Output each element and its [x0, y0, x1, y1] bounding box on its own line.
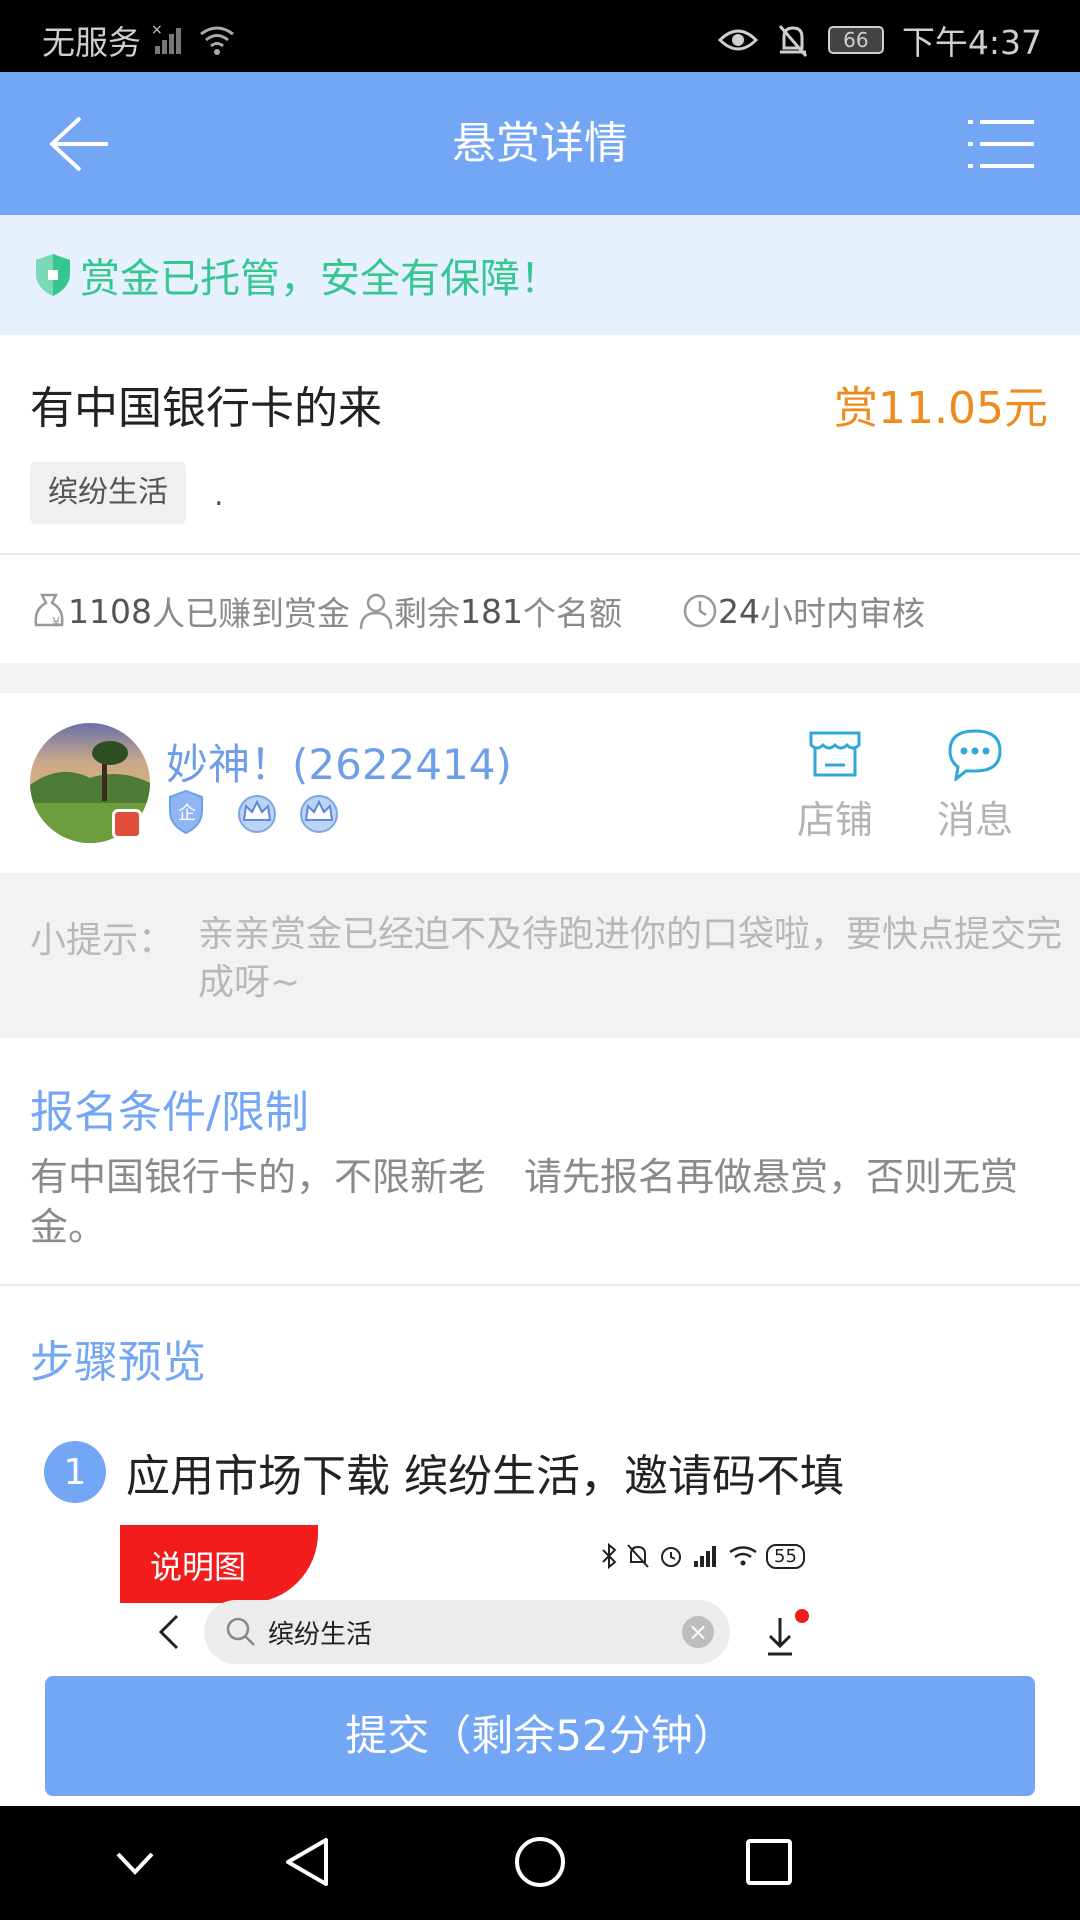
shop-label: 店铺	[796, 798, 873, 842]
search-icon	[226, 1617, 255, 1646]
step-text: 应用市场下载 缤纷生活，邀请码不填	[126, 1451, 844, 1502]
message-button[interactable]: 消息	[930, 727, 1020, 844]
status-right: 66 下午4:37	[717, 16, 1042, 901]
clock-text: 下午4:37	[901, 23, 1042, 62]
recents-square-icon[interactable]	[744, 1837, 794, 1887]
status-bar: 无服务 × 66 下午4:37	[0, 0, 1080, 901]
download-icon	[768, 1609, 809, 1656]
no-signal-icon: ×	[151, 22, 181, 54]
publisher-card: 妙神！(2622414) 企 店铺 消息	[0, 693, 1080, 873]
chevron-down-icon[interactable]	[110, 1844, 160, 1884]
person-icon	[359, 593, 393, 630]
review-label: 小时内审核	[759, 594, 925, 633]
remaining-stat: 剩余 181 个名额	[358, 587, 622, 635]
menu-list-icon[interactable]	[968, 116, 1034, 172]
review-stat: 24 小时内审核	[682, 587, 925, 635]
earned-stat: ¥ 1108 人已赚到赏金	[30, 587, 350, 635]
battery-icon: 66	[719, 26, 884, 901]
store-icon	[809, 731, 861, 777]
earned-count: 1108	[68, 591, 152, 631]
conditions-title: 报名条件/限制	[30, 1087, 309, 1138]
remaining-count: 181	[459, 591, 523, 631]
tip-content: 亲亲赏金已经迫不及待跑进你的口袋啦，要快点提交完成呀~	[198, 914, 1063, 1003]
publisher-name[interactable]: 妙神！(2622414)	[166, 731, 512, 792]
earned-label: 人已赚到赏金	[151, 594, 350, 633]
review-hours: 24	[717, 591, 760, 631]
back-triangle-icon[interactable]	[280, 1834, 336, 1890]
back-chevron-icon	[158, 1614, 179, 1650]
money-bag-icon: ¥	[34, 593, 64, 631]
svg-text:¥: ¥	[52, 616, 60, 631]
remaining-suffix: 个名额	[522, 594, 622, 633]
enterprise-shield-icon: 企	[169, 789, 203, 835]
escrow-notice-text: 赏金已托管，安全有保障！	[80, 256, 560, 302]
screenshot-search-field: 缤纷生活	[204, 1600, 730, 1664]
bluetooth-icon	[602, 1543, 617, 1569]
submit-button[interactable]: 提交（剩余52分钟）	[45, 1676, 1035, 1796]
divider	[0, 1284, 1080, 1286]
task-title: 有中国银行卡的来	[30, 383, 382, 434]
screenshot-status-icons: 55	[600, 1543, 805, 1569]
step-number: 1	[44, 1441, 106, 1503]
divider	[0, 553, 1080, 555]
system-navigation-bar	[0, 1806, 1080, 1920]
shield-check-icon	[36, 254, 70, 296]
screenshot-search-text: 缤纷生活	[268, 1619, 373, 1650]
publisher-badges: 企	[166, 789, 344, 835]
top-navigation-bar: 悬赏详情	[0, 72, 1080, 215]
clock-icon	[683, 594, 717, 628]
screenshot-battery: 55	[766, 1543, 805, 1569]
chat-bubble-icon	[948, 729, 1002, 783]
conditions-text: 有中国银行卡的，不限新老 请先报名再做悬赏，否则无赏金。	[30, 1155, 1019, 1249]
escrow-notice-banner: 赏金已托管，安全有保障！	[0, 215, 1080, 335]
tip-label: 小提示：	[30, 920, 175, 961]
steps-title: 步骤预览	[30, 1337, 206, 1388]
clear-icon: ×	[682, 1616, 714, 1648]
verified-badge-icon	[112, 809, 142, 839]
back-arrow-icon[interactable]	[46, 112, 116, 176]
task-tag: 缤纷生活	[30, 462, 186, 524]
signal-icon	[694, 1546, 716, 1567]
shop-button[interactable]: 店铺	[790, 727, 880, 844]
svg-text:企: 企	[178, 803, 196, 824]
bell-off-icon	[778, 25, 808, 57]
task-stats-row: ¥ 1108 人已赚到赏金 剩余 181 个名额 24 小时内审核	[30, 585, 925, 637]
step-item: 1 应用市场下载 缤纷生活，邀请码不填	[44, 1440, 844, 1504]
crown-icon	[238, 795, 276, 833]
carrier-text: 无服务	[42, 23, 141, 62]
section-gap	[0, 663, 1080, 693]
tip-box: 小提示： 亲亲赏金已经迫不及待跑进你的口袋啦，要快点提交完成呀~	[0, 873, 1080, 1038]
svg-text:×: ×	[151, 22, 163, 38]
status-left: 无服务 ×	[42, 16, 237, 64]
bell-off-icon	[627, 1544, 649, 1568]
home-circle-icon[interactable]	[512, 1834, 568, 1890]
eye-icon	[717, 29, 758, 51]
alarm-icon	[661, 1547, 681, 1567]
battery-level: 66	[827, 26, 884, 54]
message-label: 消息	[936, 798, 1013, 842]
page-title: 悬赏详情	[452, 118, 628, 169]
reward-amount: 赏11.05元	[834, 383, 1048, 434]
task-tag-suffix: .	[214, 478, 224, 513]
remaining-prefix: 剩余	[393, 594, 460, 633]
crown-icon	[300, 795, 338, 833]
wifi-icon	[200, 26, 234, 55]
wifi-icon	[729, 1546, 757, 1566]
